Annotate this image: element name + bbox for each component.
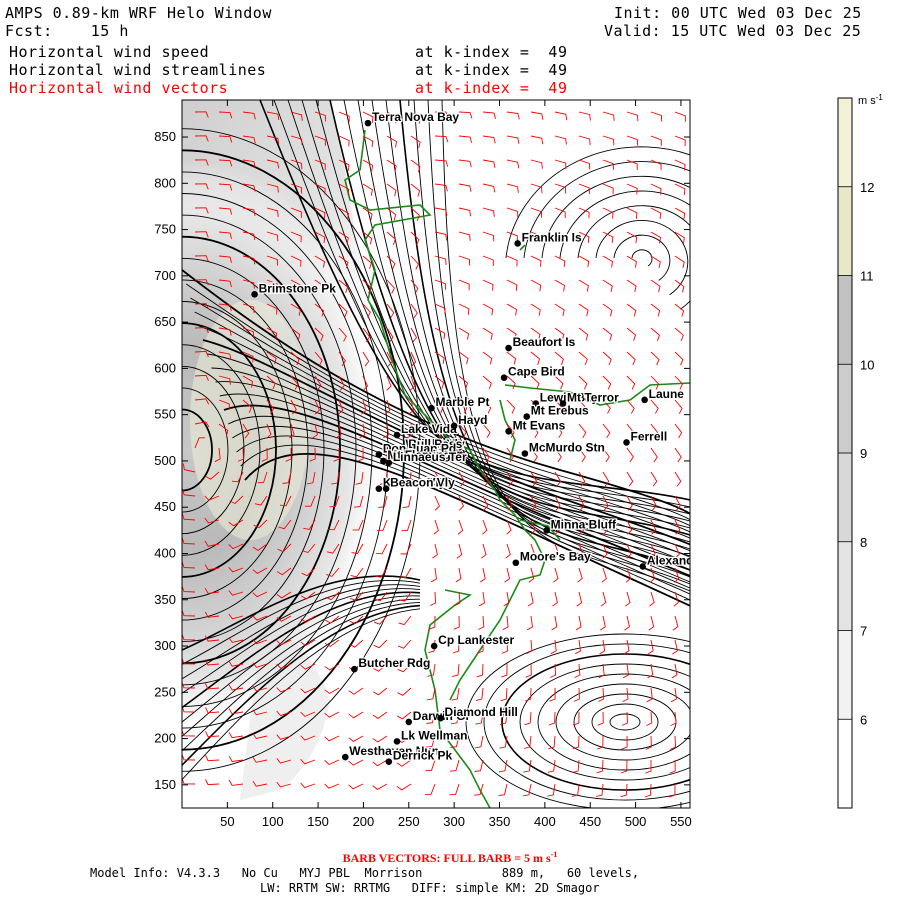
x-tick-label: 550 [670,814,692,829]
place-label: Linnaeus Ter [393,450,467,464]
colorbar-tick-label: 8 [860,535,867,550]
colorbar: 12 11 10 9 8 7 6 m s-1 [837,93,883,809]
wind-map: Terra Nova Bay Franklin Is Brimstone Pk Bea… [154,93,883,829]
place-marker [641,396,648,404]
y-tick-label: 500 [154,453,176,468]
colorbar-tick-label: 9 [860,446,867,461]
barb-legend: BARB VECTORS: FULL BARB = 5 m s-1 [342,850,558,865]
y-tick-label: 550 [154,407,176,422]
place-label: Mt Erebus [531,404,589,418]
place-marker [351,665,358,673]
y-tick-label: 850 [154,129,176,144]
colorbar-level [838,275,852,365]
colorbar-tick-label: 6 [860,712,867,727]
place-label: Alexander [647,553,705,567]
place-marker [385,459,393,467]
place-marker [512,559,520,567]
place-label: Cape Bird [508,365,565,379]
place-marker [382,485,390,493]
colorbar-level [838,719,852,808]
place-marker [505,428,512,435]
place-marker [450,422,458,430]
place-label: Butcher Rdg [358,656,430,670]
place-label: Beaufort Is [513,335,576,349]
y-tick-label: 600 [154,360,176,375]
place-marker [521,450,529,457]
place-label: Mt Evans [513,418,566,432]
place-marker [364,119,372,127]
place-label: Diamond Hill [445,705,518,719]
x-tick-label: 200 [353,814,375,829]
colorbar-level [838,541,852,631]
x-tick-label: 350 [489,814,511,829]
place-label: Terra Nova Bay [372,110,459,124]
colorbar-level [838,98,852,187]
x-tick-label: 50 [220,814,234,829]
place-label: Marble Pt [435,395,489,409]
place-marker [375,485,383,493]
place-label: Beacon Vly [390,476,455,490]
place-marker [505,344,512,352]
y-tick-label: 400 [154,545,176,560]
x-tick-label: 100 [262,814,284,829]
place-marker [543,527,550,534]
place-marker [428,404,435,412]
colorbar-level [838,630,852,720]
colorbar-tick-label: 10 [860,357,874,372]
place-marker [251,291,258,298]
place-marker [405,718,413,726]
place-label: Mt Terror [567,391,619,405]
y-tick-label: 200 [154,731,176,746]
x-tick-label: 400 [534,814,556,829]
place-label: Franklin Is [522,230,582,244]
place-label: McMurdo Stn [529,441,605,455]
colorbar-level [838,453,852,542]
y-tick-label: 750 [154,222,176,237]
place-marker [639,563,647,570]
place-marker [623,439,630,446]
place-label: Minna Bluff [551,517,617,531]
place-marker [375,451,383,458]
model-info: Model Info: V4.3.3 No Cu MYJ PBL Morriso… [90,866,640,880]
place-label: Lk Wellman [401,728,467,742]
place-label: Laune [649,387,685,401]
place-label: Lake Vida [401,422,457,436]
place-label: Hayd [458,413,487,427]
place-marker [341,753,349,761]
y-tick-label: 250 [154,684,176,699]
wind-speed-shading: Terra Nova Bay Franklin Is Brimstone Pk Bea… [182,100,705,808]
y-tick-label: 150 [154,777,176,792]
x-tick-label: 500 [625,814,647,829]
place-label: Brimstone Pk [259,281,337,295]
colorbar-tick-label: 7 [860,624,867,639]
place-marker [430,642,438,650]
y-tick-label: 450 [154,499,176,514]
place-marker [514,240,521,247]
y-tick-label: 300 [154,638,176,653]
place-label: Derrick Pk [393,749,453,763]
place-label: Ferrell [631,429,668,443]
colorbar-tick-label: 11 [860,269,874,284]
colorbar-tick-label: 12 [860,180,874,195]
y-tick-label: 350 [154,592,176,607]
y-tick-label: 800 [154,175,176,190]
x-tick-label: 150 [307,814,329,829]
x-tick-label: 250 [398,814,420,829]
place-marker [500,374,508,381]
colorbar-level [838,186,852,276]
place-marker [385,758,393,766]
place-label: Cp Lankester [438,633,514,647]
model-physics: LW: RRTM SW: RRTMG DIFF: simple KM: 2D S… [260,881,600,895]
y-tick-label: 650 [154,314,176,329]
place-marker [437,714,444,722]
y-tick-label: 700 [154,268,176,283]
x-tick-label: 300 [443,814,465,829]
colorbar-unit: m s-1 [858,93,883,107]
place-label: Moore's Bay [520,550,591,564]
colorbar-level [838,364,852,453]
x-tick-label: 450 [579,814,601,829]
place-marker [393,431,401,439]
